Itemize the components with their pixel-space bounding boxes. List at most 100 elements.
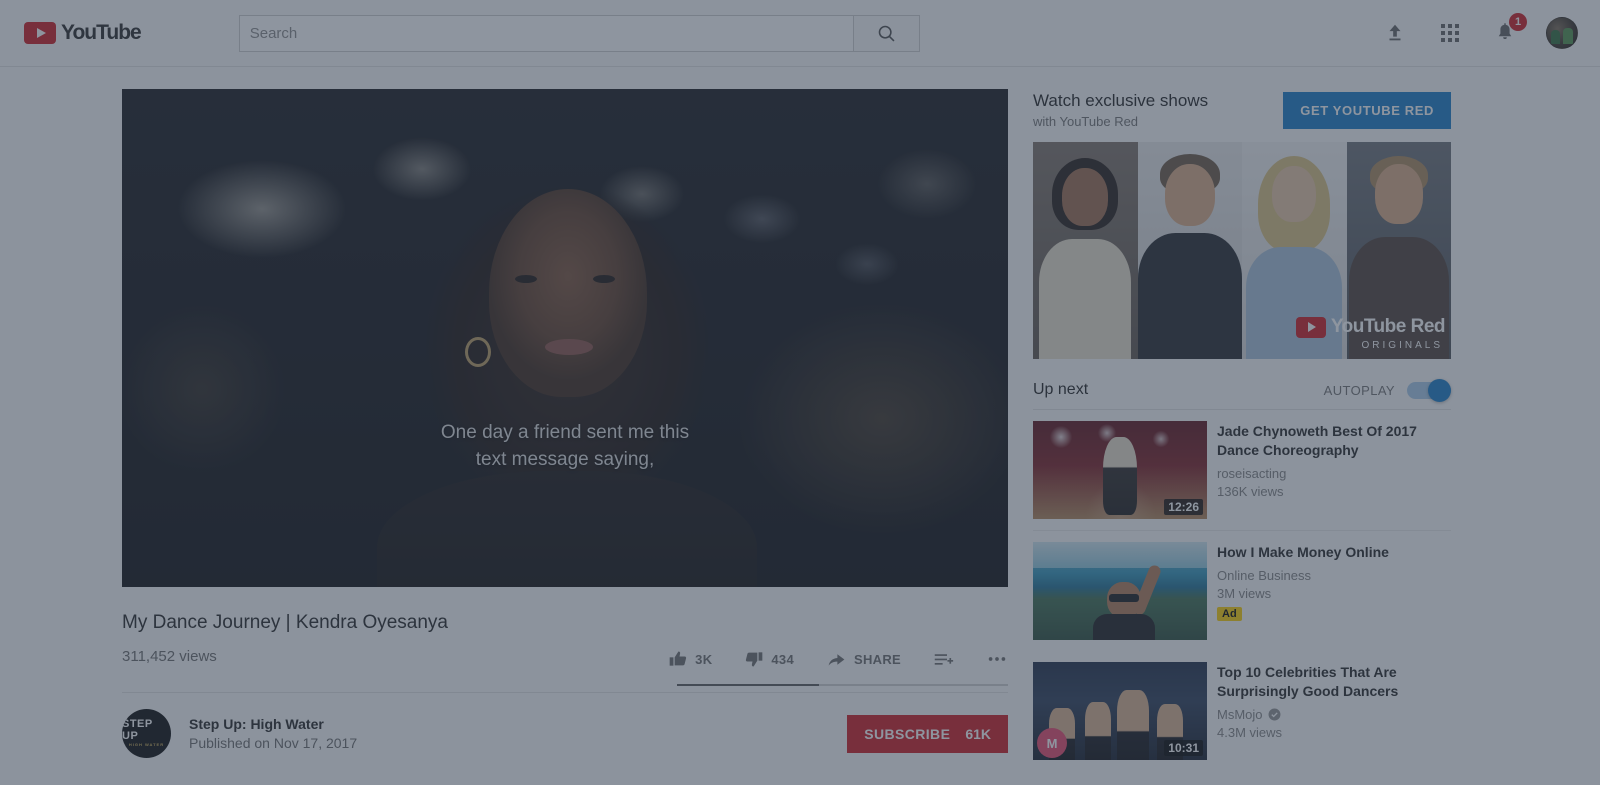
- more-horizontal-icon: [986, 648, 1008, 670]
- share-arrow-icon: [826, 649, 847, 670]
- thumbnail-art: [1093, 614, 1155, 640]
- upload-icon: [1384, 22, 1406, 44]
- video-duration: 12:26: [1164, 499, 1203, 515]
- thumbs-down-icon: [744, 649, 764, 669]
- meta-divider: [122, 692, 1008, 693]
- video-player[interactable]: One day a friend sent me this text messa…: [122, 89, 1008, 587]
- search-area: [239, 15, 920, 52]
- promo-subtitle: with YouTube Red: [1033, 114, 1208, 129]
- caption-line-1: One day a friend sent me this: [122, 419, 1008, 446]
- list-item[interactable]: How I Make Money Online Online Business …: [1033, 531, 1451, 651]
- thumbnail-art: [1085, 702, 1111, 760]
- channel-avatar[interactable]: STEP UP HIGH WATER: [122, 709, 171, 758]
- video-actions: 3K 434 SHARE: [668, 648, 1008, 670]
- youtube-logo-text: YouTube: [61, 21, 141, 45]
- subscribe-button[interactable]: SUBSCRIBE 61K: [847, 715, 1008, 753]
- banner-portrait-2: [1138, 142, 1243, 359]
- channel-avatar-subtext: HIGH WATER: [129, 743, 164, 747]
- thumbnail-art: [1033, 542, 1207, 568]
- list-item[interactable]: 12:26 Jade Chynoweth Best Of 2017 Dance …: [1033, 410, 1451, 530]
- video-title[interactable]: Top 10 Celebrities That Are Surprisingly…: [1217, 663, 1451, 701]
- notification-count-badge: 1: [1509, 13, 1527, 31]
- primary-column: One day a friend sent me this text messa…: [122, 89, 1008, 758]
- channel-name-text: roseisacting: [1217, 466, 1286, 481]
- channel-name[interactable]: MsMojo: [1217, 707, 1451, 722]
- video-subject: [377, 141, 757, 587]
- dislike-button[interactable]: 434: [744, 649, 794, 669]
- page-content: One day a friend sent me this text messa…: [0, 67, 1600, 785]
- portrait2-body: [1138, 233, 1242, 359]
- channel-name[interactable]: roseisacting: [1217, 466, 1451, 481]
- video-caption: One day a friend sent me this text messa…: [122, 419, 1008, 473]
- save-to-playlist-button[interactable]: [933, 649, 954, 670]
- video-duration: 10:31: [1164, 740, 1203, 756]
- youtube-watch-page: YouTube: [0, 0, 1600, 785]
- view-count: 3M views: [1217, 586, 1389, 601]
- video-title[interactable]: Jade Chynoweth Best Of 2017 Dance Choreo…: [1217, 422, 1451, 460]
- youtube-play-icon: [1296, 317, 1326, 338]
- subject-earring: [465, 337, 491, 367]
- upload-button[interactable]: [1381, 19, 1409, 47]
- like-dislike-ratio-bar: [677, 684, 1008, 686]
- playlist-add-icon: [933, 649, 954, 670]
- subscriber-count: 61K: [965, 726, 991, 742]
- autoplay-control[interactable]: AUTOPLAY: [1324, 382, 1451, 399]
- video-title: My Dance Journey | Kendra Oyesanya: [122, 610, 1008, 636]
- list-item-info: Jade Chynoweth Best Of 2017 Dance Choreo…: [1217, 421, 1451, 519]
- youtube-red-banner[interactable]: YouTube Red ORIGINALS: [1033, 142, 1451, 359]
- up-next-header: Up next AUTOPLAY: [1033, 373, 1451, 407]
- thumbnail-art: [1117, 690, 1149, 760]
- video-thumbnail[interactable]: 12:26: [1033, 421, 1207, 519]
- video-title[interactable]: How I Make Money Online: [1217, 543, 1389, 562]
- subject-lips: [545, 339, 593, 355]
- subject-eye-right: [593, 275, 615, 283]
- caption-line-2: text message saying,: [122, 446, 1008, 473]
- search-box[interactable]: [239, 15, 854, 52]
- list-item[interactable]: M 10:31 Top 10 Celebrities That Are Surp…: [1033, 651, 1451, 771]
- autoplay-toggle[interactable]: [1407, 382, 1451, 399]
- banner-logo-sub: ORIGINALS: [1362, 340, 1443, 351]
- thumbnail-art: [1103, 437, 1137, 515]
- channel-name[interactable]: Step Up: High Water: [189, 716, 357, 732]
- video-thumbnail[interactable]: [1033, 542, 1207, 640]
- view-count: 136K views: [1217, 484, 1451, 499]
- video-meta-row: 311,452 views 3K 434: [122, 648, 1008, 670]
- video-thumbnail[interactable]: M 10:31: [1033, 662, 1207, 760]
- view-count: 311,452 views: [122, 648, 217, 665]
- youtube-red-promo-header: Watch exclusive shows with YouTube Red G…: [1033, 89, 1451, 129]
- masthead: YouTube: [0, 0, 1600, 67]
- list-item-info: How I Make Money Online Online Business …: [1217, 542, 1389, 640]
- more-actions-button[interactable]: [986, 648, 1008, 670]
- youtube-red-originals-logo: YouTube Red ORIGINALS: [1296, 316, 1445, 351]
- list-item-info: Top 10 Celebrities That Are Surprisingly…: [1217, 662, 1451, 760]
- secondary-column: Watch exclusive shows with YouTube Red G…: [1033, 89, 1451, 771]
- channel-name[interactable]: Online Business: [1217, 568, 1389, 583]
- promo-text-block: Watch exclusive shows with YouTube Red: [1033, 89, 1208, 129]
- notifications-button[interactable]: 1: [1491, 19, 1519, 47]
- promo-title: Watch exclusive shows: [1033, 89, 1208, 112]
- like-button[interactable]: 3K: [668, 649, 712, 669]
- view-count: 4.3M views: [1217, 725, 1451, 740]
- subject-face: [489, 189, 647, 397]
- like-count: 3K: [695, 652, 712, 667]
- search-input[interactable]: [250, 25, 843, 42]
- thumbs-up-icon: [668, 649, 688, 669]
- portrait3-head: [1272, 166, 1316, 222]
- portrait1-body: [1039, 239, 1131, 359]
- channel-avatar-text: STEP UP: [122, 719, 171, 742]
- search-button[interactable]: [854, 15, 920, 52]
- channel-row: STEP UP HIGH WATER Step Up: High Water P…: [122, 709, 1008, 758]
- apps-button[interactable]: [1436, 19, 1464, 47]
- up-next-label: Up next: [1033, 381, 1088, 399]
- youtube-logo[interactable]: YouTube: [24, 21, 141, 45]
- portrait4-head: [1375, 164, 1423, 224]
- share-button[interactable]: SHARE: [826, 649, 901, 670]
- subscribe-label: SUBSCRIBE: [864, 726, 950, 742]
- watermark-icon: M: [1037, 728, 1067, 758]
- get-youtube-red-button[interactable]: GET YOUTUBE RED: [1283, 92, 1451, 129]
- avatar[interactable]: [1546, 17, 1578, 49]
- verified-badge-icon: [1268, 708, 1281, 721]
- channel-info: Step Up: High Water Published on Nov 17,…: [189, 716, 357, 751]
- search-icon: [876, 23, 897, 44]
- share-label: SHARE: [854, 652, 901, 667]
